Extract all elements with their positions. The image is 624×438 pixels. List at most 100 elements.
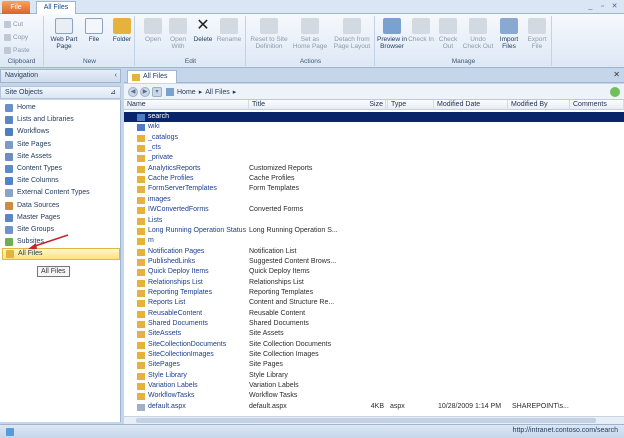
table-row[interactable]: Cache Profiles Cache Profiles: [124, 174, 624, 184]
table-row[interactable]: Relationships List Relationships List: [124, 278, 624, 288]
cell-title: Notification List: [249, 247, 297, 255]
ribbon: Cut Copy Paste Clipboard Web Part Page F…: [0, 14, 624, 68]
horizontal-scrollbar[interactable]: [124, 416, 624, 424]
table-row[interactable]: Long Running Operation Status Long Runnin…: [124, 226, 624, 236]
table-row[interactable]: default.aspx default.aspx 4KB aspx 10/28/200…: [124, 402, 624, 412]
sidebar-item-lists-and-libraries[interactable]: Lists and Libraries: [2, 114, 120, 126]
folder-icon: [137, 362, 145, 370]
open-icon: [144, 18, 162, 34]
sidebar-item-label: External Content Types: [17, 189, 90, 197]
table-row[interactable]: SiteCollectionDocuments Site Collection D…: [124, 340, 624, 350]
export-file-button[interactable]: Export File: [523, 18, 551, 50]
folder-icon: [137, 134, 145, 142]
actions-group: Reset to Site Definition Set as Home Pag…: [247, 16, 375, 66]
table-row[interactable]: Quick Deploy Items Quick Deploy Items: [124, 267, 624, 277]
table-row[interactable]: AnalyticsReports Customized Reports: [124, 164, 624, 174]
tab-all-files[interactable]: All Files: [36, 1, 76, 14]
table-row[interactable]: Notification Pages Notification List: [124, 247, 624, 257]
sidebar-item-site-columns[interactable]: Site Columns: [2, 175, 120, 187]
table-row[interactable]: Shared Documents Shared Documents: [124, 319, 624, 329]
table-row[interactable]: Reports List Content and Structure Re...: [124, 298, 624, 308]
folder-icon: [137, 393, 145, 401]
refresh-icon[interactable]: [610, 87, 620, 97]
breadcrumb-home[interactable]: Home: [177, 89, 196, 96]
reset-to-site-definition-button[interactable]: Reset to Site Definition: [249, 18, 289, 50]
forward-icon[interactable]: ▶: [140, 87, 150, 97]
new-folder-button[interactable]: Folder: [107, 18, 137, 43]
column-header-size[interactable]: Size: [361, 100, 388, 110]
undo-check-out-label: Undo Check Out: [462, 36, 494, 50]
paste-button[interactable]: Paste: [4, 45, 30, 55]
minimize-icon[interactable]: _: [586, 2, 595, 11]
check-in-button[interactable]: Check In: [408, 18, 434, 43]
table-row[interactable]: Reporting Templates Reporting Templates: [124, 288, 624, 298]
table-row[interactable]: _cts: [124, 143, 624, 153]
new-file-button[interactable]: File: [79, 18, 109, 43]
column-header-type[interactable]: Type: [388, 100, 434, 110]
tab-all-files-document[interactable]: All Files: [127, 70, 177, 83]
scrollbar-thumb[interactable]: [136, 418, 596, 423]
table-row[interactable]: _private: [124, 153, 624, 163]
breadcrumb-all-files[interactable]: All Files: [205, 89, 230, 96]
open-with-icon: [169, 18, 187, 34]
table-row[interactable]: search: [124, 112, 624, 123]
close-icon[interactable]: ✕: [610, 2, 619, 11]
check-out-button[interactable]: Check Out: [435, 18, 461, 50]
column-header-modified-by[interactable]: Modified By: [508, 100, 570, 110]
undo-check-out-button[interactable]: Undo Check Out: [462, 18, 494, 50]
restore-icon[interactable]: ▫: [598, 2, 607, 11]
preview-in-browser-button[interactable]: Preview in Browser: [376, 18, 408, 50]
table-row[interactable]: Variation Labels Variation Labels: [124, 381, 624, 391]
table-row[interactable]: ReusableContent Reusable Content: [124, 309, 624, 319]
rename-button[interactable]: Rename: [214, 18, 244, 43]
sidebar-item-workflows[interactable]: Workflows: [2, 126, 120, 138]
check-in-label: Check In: [408, 36, 434, 43]
navigation-title: Navigation: [5, 72, 39, 79]
history-icon[interactable]: ▾: [152, 87, 162, 97]
table-row[interactable]: Style Library Style Library: [124, 371, 624, 381]
cell-name: Variation Labels: [148, 382, 198, 390]
table-row[interactable]: IWConvertedForms Converted Forms: [124, 205, 624, 215]
sidebar-item-site-pages[interactable]: Site Pages: [2, 139, 120, 151]
close-document-icon[interactable]: ✕: [613, 70, 620, 79]
table-row[interactable]: m: [124, 236, 624, 246]
table-row[interactable]: _catalogs: [124, 133, 624, 143]
table-row[interactable]: Lists: [124, 216, 624, 226]
cell-title: Reusable Content: [249, 309, 306, 317]
table-row[interactable]: FormServerTemplates Form Templates: [124, 184, 624, 194]
title-bar: File All Files _ ▫ ✕: [0, 0, 624, 14]
preview-label: Preview in Browser: [377, 36, 407, 50]
sidebar-item-home[interactable]: Home: [2, 102, 120, 114]
sidebar-item-content-types[interactable]: Content Types: [2, 163, 120, 175]
table-row[interactable]: wiki: [124, 122, 624, 132]
status-bar: http://intranet.contoso.com/search: [0, 424, 624, 438]
import-files-button[interactable]: Import Files: [495, 18, 523, 50]
sidebar-item-master-pages[interactable]: Master Pages: [2, 212, 120, 224]
import-label: Import Files: [499, 36, 519, 50]
site-objects-header[interactable]: Site Objects ⊿: [0, 86, 121, 99]
chevron-right-icon[interactable]: ▸: [199, 88, 203, 96]
table-row[interactable]: WorkflowTasks Workflow Tasks: [124, 391, 624, 401]
table-row[interactable]: SiteCollectionImages Site Collection Imag…: [124, 350, 624, 360]
back-icon[interactable]: ◀: [128, 87, 138, 97]
sidebar-item-site-assets[interactable]: Site Assets: [2, 151, 120, 163]
chevron-left-icon[interactable]: ‹: [115, 70, 117, 82]
table-row[interactable]: SitePages Site Pages: [124, 360, 624, 370]
column-header-modified-date[interactable]: Modified Date: [434, 100, 508, 110]
pin-icon[interactable]: ⊿: [110, 87, 116, 98]
file-tab[interactable]: File: [2, 1, 30, 14]
column-header-name[interactable]: Name: [124, 100, 249, 110]
new-group: Web Part Page File Folder New: [45, 16, 135, 66]
sidebar-item-data-sources[interactable]: Data Sources: [2, 200, 120, 212]
table-row[interactable]: images: [124, 195, 624, 205]
detach-from-page-layout-button[interactable]: Detach from Page Layout: [331, 18, 373, 50]
web-part-page-button[interactable]: Web Part Page: [49, 18, 79, 50]
table-row[interactable]: PublishedLinks Suggested Content Brows...: [124, 257, 624, 267]
table-row[interactable]: SiteAssets Site Assets: [124, 329, 624, 339]
column-header-comments[interactable]: Comments: [570, 100, 624, 110]
chevron-right-icon[interactable]: ▸: [233, 88, 237, 96]
sidebar-item-external-content-types[interactable]: External Content Types: [2, 187, 120, 199]
copy-button[interactable]: Copy: [4, 32, 28, 42]
set-as-home-page-button[interactable]: Set as Home Page: [292, 18, 328, 50]
cut-button[interactable]: Cut: [4, 19, 23, 29]
